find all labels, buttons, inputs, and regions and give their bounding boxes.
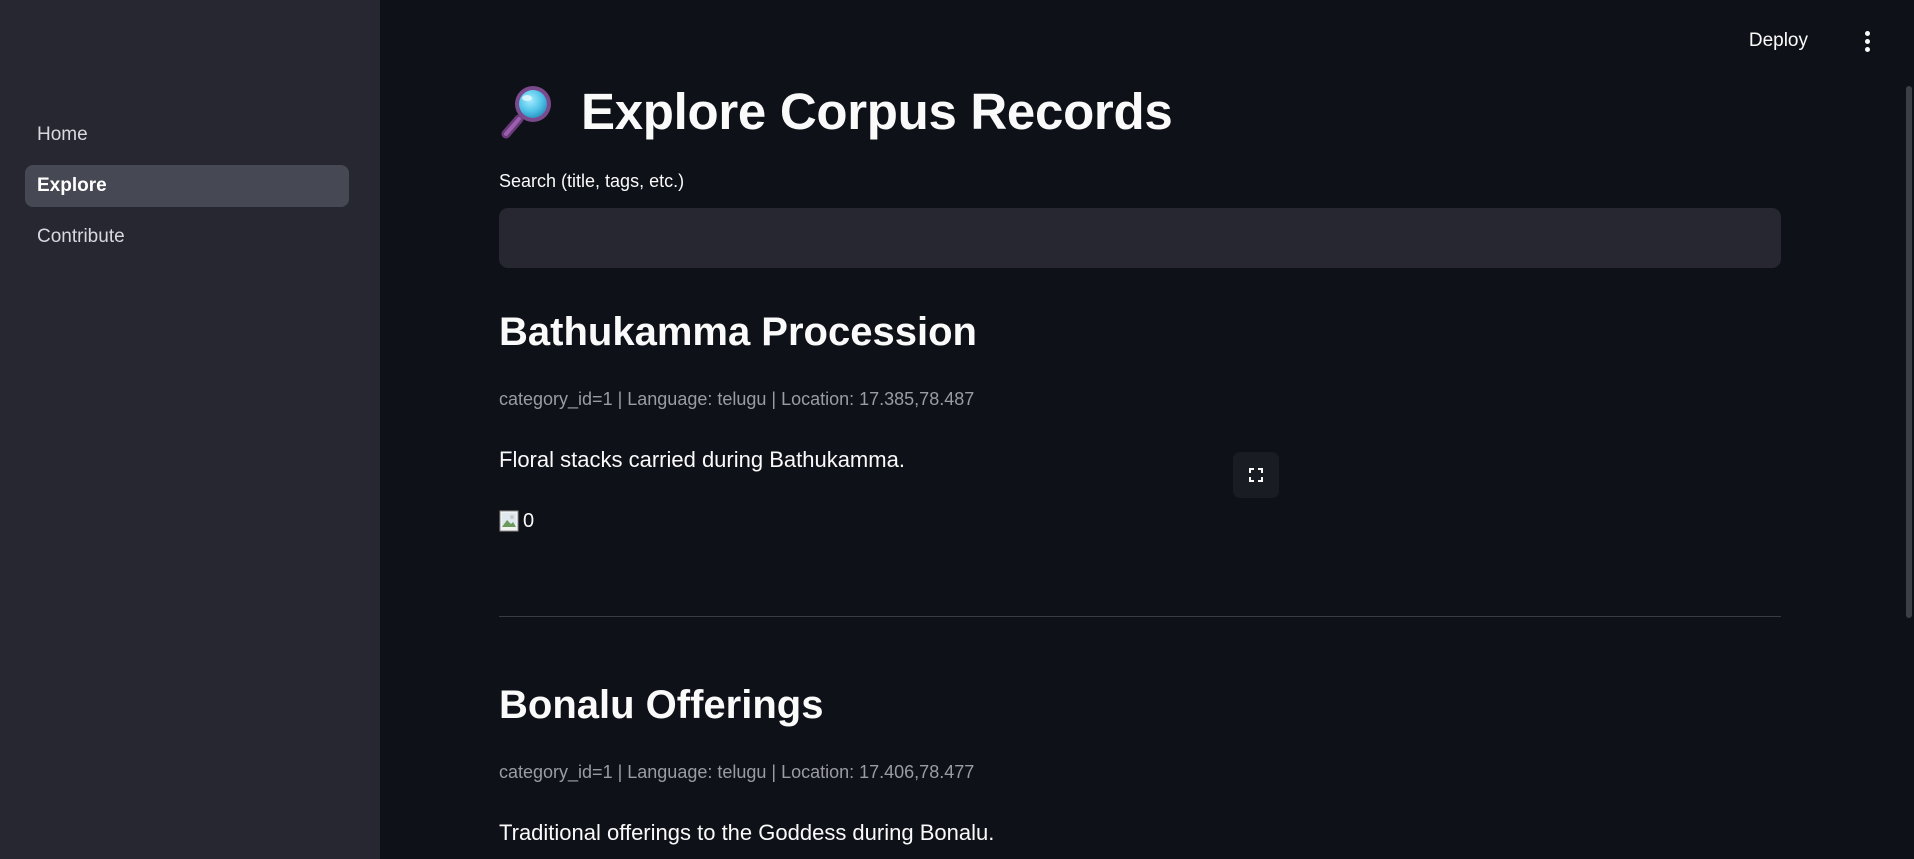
record-description: Traditional offerings to the Goddess dur… [499, 820, 995, 845]
sidebar-item-home[interactable]: Home [25, 114, 349, 156]
record-meta: category_id=1 | Language: telugu | Locat… [499, 389, 975, 409]
record-meta: category_id=1 | Language: telugu | Locat… [499, 762, 975, 782]
broken-image-icon [499, 510, 519, 532]
image-alt-text: 0 [523, 509, 535, 532]
sidebar-item-contribute[interactable]: Contribute [25, 216, 349, 258]
page-title-row: Explore Corpus Records [499, 78, 1173, 144]
record-image: 0 [499, 508, 534, 534]
sidebar-nav: Home Explore Contribute [25, 114, 349, 267]
fullscreen-button[interactable] [1233, 452, 1279, 498]
fullscreen-icon [1249, 468, 1263, 482]
sidebar-item-explore[interactable]: Explore [25, 165, 349, 207]
app-root: Home Explore Contribute Deploy Explore C… [0, 0, 1914, 859]
sidebar: Home Explore Contribute [0, 0, 380, 859]
record-title: Bonalu Offerings [499, 683, 824, 727]
page-title: Explore Corpus Records [581, 82, 1173, 140]
deploy-button[interactable]: Deploy [1743, 24, 1814, 58]
record-description: Floral stacks carried during Bathukamma. [499, 447, 905, 472]
magnifying-glass-icon [501, 86, 551, 139]
scrollbar[interactable] [1906, 86, 1912, 618]
search-label: Search (title, tags, etc.) [499, 171, 685, 191]
record-divider [499, 616, 1781, 617]
search-input[interactable] [499, 208, 1781, 268]
more-options-icon[interactable] [1858, 24, 1878, 58]
record-title: Bathukamma Procession [499, 310, 977, 354]
top-header: Deploy [380, 0, 1914, 80]
